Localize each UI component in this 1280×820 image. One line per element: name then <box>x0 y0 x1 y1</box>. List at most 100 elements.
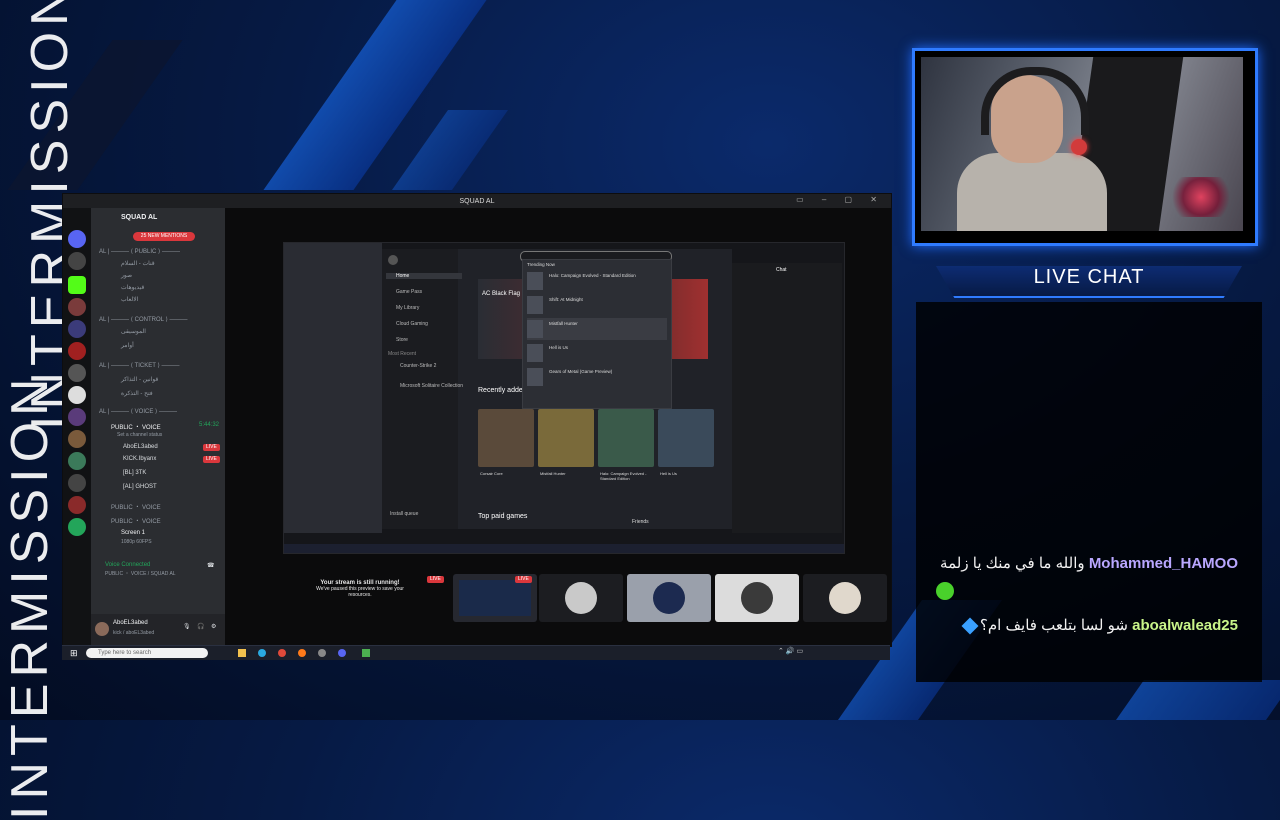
server-icon[interactable] <box>68 230 86 248</box>
channel-item[interactable]: قوانين - التذاكر <box>121 376 158 383</box>
trending-item[interactable]: Gears of Metal (Game Preview) <box>527 366 667 388</box>
channel-category[interactable]: AL | ――― ⟨ PUBLIC ⟩ ――― <box>99 248 180 255</box>
disconnect-icon[interactable]: ☎ <box>207 562 214 569</box>
start-icon[interactable]: ⊞ <box>70 648 78 658</box>
game-card[interactable] <box>478 409 534 467</box>
server-icon[interactable] <box>68 342 86 360</box>
participant-tile[interactable] <box>803 574 887 622</box>
avatar[interactable] <box>95 622 109 636</box>
voice-channel[interactable]: PUBLIC ・ VOICE <box>111 422 161 431</box>
voice-hint[interactable]: Set a channel status <box>117 432 162 438</box>
channel-item[interactable]: صور <box>121 272 132 279</box>
taskbar-app-icon[interactable] <box>298 649 306 657</box>
participant-tile[interactable] <box>715 574 799 622</box>
voice-connected: Voice Connected <box>105 562 151 568</box>
trending-label: Trending Now <box>527 262 555 267</box>
server-icon[interactable] <box>68 474 86 492</box>
taskbar-app-icon[interactable] <box>258 649 266 657</box>
xbox-nav-library[interactable]: My Library <box>396 305 419 311</box>
channel-item[interactable]: قيديوهات <box>121 284 144 291</box>
taskbar-app-icon[interactable] <box>238 649 246 657</box>
voice-member[interactable]: [BL] 3TK <box>123 470 146 476</box>
channel-item[interactable]: قنات - السلام <box>121 260 155 267</box>
xbox-nav-cloud[interactable]: Cloud Gaming <box>396 321 428 327</box>
voice-member[interactable]: [AL] GHOST <box>123 484 157 490</box>
streamer-body <box>957 153 1107 231</box>
headphones-icon[interactable]: 🎧 <box>197 623 204 630</box>
server-icon[interactable] <box>68 430 86 448</box>
taskbar-search-input[interactable]: Type here to search <box>86 648 208 658</box>
participant-tile[interactable] <box>627 574 711 622</box>
recent-game[interactable]: Counter-Strike 2 <box>400 363 436 369</box>
search-dropdown: Trending Now Halo: Campaign Evolved - St… <box>522 259 672 409</box>
xbox-app: Home Game Pass My Library Cloud Gaming S… <box>382 249 732 529</box>
channel-category[interactable]: AL | ――― ⟨ TICKET ⟩ ――― <box>99 362 179 369</box>
trending-item[interactable]: Shift: At Midnight <box>527 294 667 316</box>
server-icon[interactable] <box>68 298 86 316</box>
game-card[interactable] <box>538 409 594 467</box>
smile-emoji-icon <box>936 582 954 600</box>
game-card[interactable] <box>658 409 714 467</box>
channel-item[interactable]: الالعاب <box>121 296 138 303</box>
xbox-avatar[interactable] <box>388 255 398 265</box>
taskbar-app-icon[interactable] <box>318 649 326 657</box>
screen-share-sub: 1080p 60FPS <box>121 539 152 545</box>
screen-share-label[interactable]: Screen 1 <box>121 530 145 536</box>
server-icon[interactable] <box>68 364 86 382</box>
voice-channel[interactable]: PUBLIC ・ VOICE <box>111 502 161 511</box>
live-badge: LIVE <box>203 456 220 463</box>
live-chat-title: LIVE CHAT <box>1033 266 1145 288</box>
live-badge: LIVE <box>515 576 532 583</box>
voice-member[interactable]: KICK.Ibyanx <box>123 456 156 462</box>
xbox-nav-store[interactable]: Store <box>396 337 408 343</box>
server-icon[interactable] <box>68 386 86 404</box>
channel-item[interactable]: فتح - التذكرة <box>121 390 153 397</box>
voice-connected-sub[interactable]: PUBLIC ・ VOICE / SQUAD AL <box>105 570 176 577</box>
microphone <box>1071 139 1087 155</box>
server-icon[interactable] <box>68 252 86 270</box>
voice-member[interactable]: AboEL3abed <box>123 444 158 450</box>
recently-added-heading: Recently added <box>478 387 527 394</box>
intermission-text: INTERMISSION <box>1 372 59 820</box>
taskbar-app-icon[interactable] <box>278 649 286 657</box>
friends-tab[interactable]: Friends <box>632 519 649 525</box>
server-icon[interactable] <box>68 276 86 294</box>
trending-item[interactable]: Halo: Campaign Evolved - Standard Editio… <box>527 270 667 292</box>
server-icon[interactable] <box>68 320 86 338</box>
avatar <box>741 582 773 614</box>
window-controls[interactable]: ▭ – ▢ ✕ <box>796 195 885 204</box>
recent-game[interactable]: Microsoft Solitaire Collection <box>400 383 463 389</box>
webcam-feed <box>921 57 1243 231</box>
server-icon[interactable] <box>68 408 86 426</box>
channel-category[interactable]: AL | ――― ⟨ VOICE ⟩ ――― <box>99 408 177 415</box>
server-icon[interactable] <box>68 518 86 536</box>
game-card[interactable] <box>598 409 654 467</box>
voice-channel[interactable]: PUBLIC ・ VOICE <box>111 516 161 525</box>
user-name: AboEL3abed <box>113 620 148 626</box>
taskbar-app-icon[interactable] <box>338 649 346 657</box>
taskbar-app-icon[interactable] <box>362 649 370 657</box>
gear-icon[interactable]: ⚙ <box>211 623 216 630</box>
inner-taskbar <box>284 544 844 553</box>
mic-icon[interactable]: 🎙 <box>183 623 191 630</box>
chat-username: aboalwalead25 <box>1132 617 1238 634</box>
trending-item[interactable]: Mistfall Hunter <box>527 318 667 340</box>
avatar <box>653 582 685 614</box>
server-name[interactable]: SQUAD AL <box>121 214 157 221</box>
system-tray[interactable]: ⌃ 🔊 ▭ <box>778 647 803 655</box>
xbox-nav-home[interactable]: Home <box>386 273 462 279</box>
xbox-nav-gamepass[interactable]: Game Pass <box>396 289 422 295</box>
channel-item[interactable]: الموسيقى <box>121 328 146 335</box>
xbox-sidebar: Home Game Pass My Library Cloud Gaming S… <box>382 249 463 529</box>
server-icon[interactable] <box>68 452 86 470</box>
channel-item[interactable]: أوامر <box>121 342 134 349</box>
install-queue[interactable]: Install queue <box>390 511 418 517</box>
trending-item[interactable]: Hell is Us <box>527 342 667 364</box>
stream-view: Home Game Pass My Library Cloud Gaming S… <box>225 208 891 646</box>
mentions-badge[interactable]: 25 NEW MENTIONS <box>133 232 195 241</box>
channel-category[interactable]: AL | ――― ⟨ CONTROL ⟩ ――― <box>99 316 187 323</box>
server-icon[interactable] <box>68 496 86 514</box>
participant-tile[interactable] <box>539 574 623 622</box>
top-paid-heading: Top paid games <box>478 513 528 520</box>
screen-share[interactable]: Home Game Pass My Library Cloud Gaming S… <box>283 242 845 554</box>
